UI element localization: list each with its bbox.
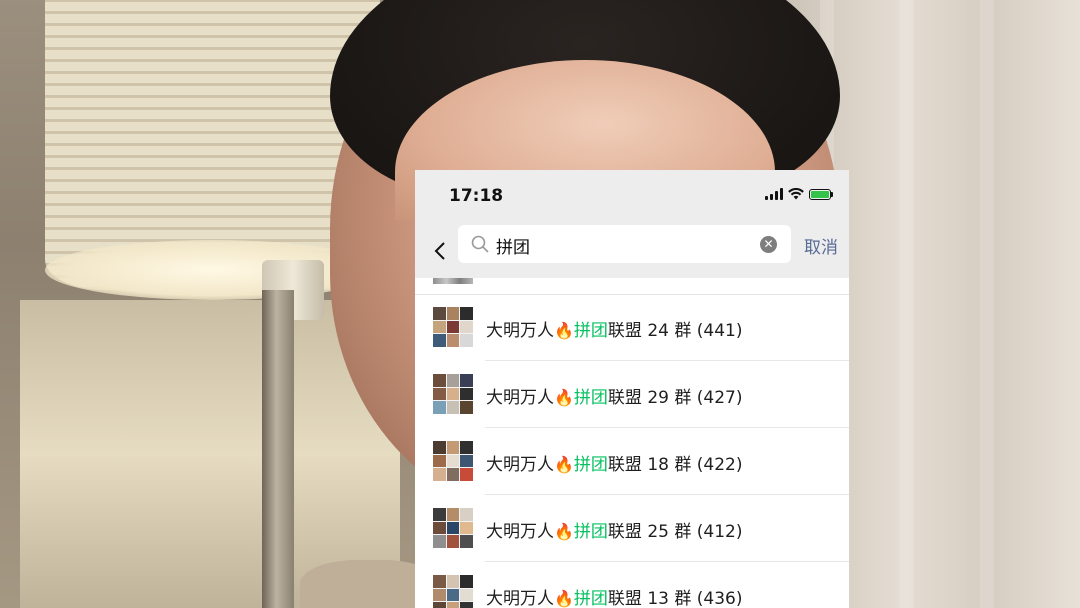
signal-icon [765, 188, 783, 200]
back-button[interactable] [429, 233, 451, 269]
list-item[interactable]: 大明万人🔥拼团联盟 13 群 (436) [415, 562, 849, 608]
search-query: 拼团 [496, 238, 530, 258]
group-name-suffix: 联盟 24 群 (441) [607, 321, 743, 341]
group-avatar [433, 575, 473, 608]
lamp-pole [262, 290, 294, 608]
status-bar: 17:18 [415, 170, 849, 225]
group-avatar [433, 374, 473, 414]
search-keyword-highlight: 拼团 [573, 388, 608, 408]
fire-icon: 🔥 [554, 522, 574, 541]
group-avatar [433, 441, 473, 481]
list-item[interactable]: 大明万人🔥拼团联盟 29 群 (427) [415, 361, 849, 428]
group-name-prefix: 大明万人 [486, 589, 554, 608]
battery-charging-icon [809, 188, 833, 200]
group-avatar [433, 278, 473, 284]
fire-icon: 🔥 [554, 388, 574, 407]
group-avatar [433, 508, 473, 548]
group-name-prefix: 大明万人 [486, 321, 554, 341]
list-item[interactable]: 大明万人🔥拼团联盟 25 群 (412) [415, 495, 849, 562]
cancel-button[interactable]: 取消 [804, 233, 838, 258]
status-icons [765, 188, 833, 200]
list-item[interactable]: 大明万人🔥拼团联盟 18 群 (422) [415, 428, 849, 495]
list-item[interactable]: 大明万人🔥拼团联盟 24 群 (441) [415, 294, 849, 361]
clear-icon[interactable]: ✕ [760, 236, 777, 253]
group-name: 大明万人🔥拼团联盟 24 群 (441) [486, 316, 742, 341]
group-name: 大明万人🔥拼团联盟 18 群 (422) [486, 450, 742, 475]
group-name-suffix: 联盟 25 群 (412) [607, 522, 743, 542]
search-icon [470, 234, 490, 254]
search-keyword-highlight: 拼团 [573, 522, 608, 542]
group-name-suffix: 联盟 18 群 (422) [607, 455, 743, 475]
list-item-partial[interactable] [415, 278, 849, 295]
fire-icon: 🔥 [554, 589, 574, 608]
search-keyword-highlight: 拼团 [573, 589, 608, 608]
status-time: 17:18 [449, 186, 504, 206]
search-input[interactable]: 拼团 ✕ [458, 225, 791, 263]
group-name: 大明万人🔥拼团联盟 29 群 (427) [486, 383, 742, 408]
group-name-prefix: 大明万人 [486, 455, 554, 475]
fire-icon: 🔥 [554, 455, 574, 474]
group-name-suffix: 联盟 13 群 (436) [607, 589, 743, 608]
group-name: 大明万人🔥拼团联盟 25 群 (412) [486, 517, 742, 542]
chevron-left-icon [434, 242, 445, 260]
wifi-icon [788, 188, 804, 200]
search-keyword-highlight: 拼团 [573, 321, 608, 341]
search-bar: 拼团 ✕ 取消 [415, 225, 849, 278]
group-name-prefix: 大明万人 [486, 388, 554, 408]
group-avatar [433, 307, 473, 347]
phone-screen: 17:18 拼团 ✕ 取消 大明万人🔥拼团联盟 24 群 (441) 大明万人🔥… [415, 170, 849, 608]
fire-icon: 🔥 [554, 321, 574, 340]
group-name: 大明万人🔥拼团联盟 13 群 (436) [486, 584, 742, 608]
group-name-suffix: 联盟 29 群 (427) [607, 388, 743, 408]
group-name-prefix: 大明万人 [486, 522, 554, 542]
search-keyword-highlight: 拼团 [573, 455, 608, 475]
